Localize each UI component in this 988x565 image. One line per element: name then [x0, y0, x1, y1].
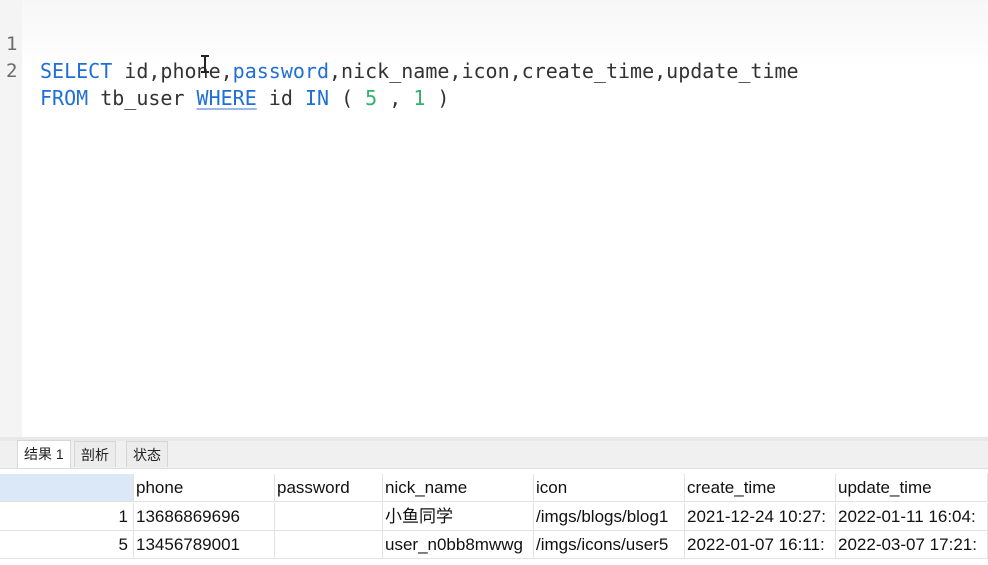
code-token: id,phone, — [112, 59, 233, 83]
result-grid: phone password nick_name icon create_tim… — [0, 474, 988, 565]
row-id[interactable]: 5 — [0, 531, 134, 559]
table-row[interactable]: 1 13686869696 小鱼同学 /imgs/blogs/blog1 202… — [0, 503, 988, 531]
column-header-update-time[interactable]: update_time — [836, 474, 988, 502]
tab-status[interactable]: 状态 — [126, 441, 168, 467]
grid-header-row: phone password nick_name icon create_tim… — [0, 474, 988, 502]
code-token: ) — [425, 86, 450, 110]
table-row[interactable]: 5 13456789001 user_n0bb8mwwg /imgs/icons… — [0, 531, 988, 559]
code-token: FROM — [40, 86, 89, 110]
line-number: 2 — [6, 60, 18, 82]
column-header-phone[interactable]: phone — [134, 474, 275, 502]
code-token: IN — [304, 86, 330, 110]
code-text[interactable]: SELECT id,phone,password,nick_name,icon,… — [40, 58, 799, 85]
result-tab-bar: 结果 1 剖析 状态 — [0, 440, 988, 469]
code-line-1[interactable]: 1 SELECT id,phone,password,nick_name,ico… — [0, 4, 799, 83]
code-token: ,nick_name,icon,create_time,update_time — [329, 59, 799, 83]
sql-editor[interactable]: 1 SELECT id,phone,password,nick_name,ico… — [0, 0, 988, 437]
column-header-nick-name[interactable]: nick_name — [383, 474, 534, 502]
tab-profile[interactable]: 剖析 — [74, 441, 116, 467]
code-token: SELECT — [40, 59, 113, 83]
code-line-2[interactable]: 2 FROM tb_user WHERE id IN ( 5 , 1 ) — [0, 31, 449, 110]
cell-icon[interactable]: /imgs/blogs/blog1 — [534, 503, 685, 531]
cell-nick-name[interactable]: user_n0bb8mwwg — [383, 531, 534, 559]
cell-password[interactable] — [275, 531, 383, 559]
column-header-icon[interactable]: icon — [534, 474, 685, 502]
code-token: ( — [329, 86, 366, 110]
column-header-password[interactable]: password — [275, 474, 383, 502]
cell-password[interactable] — [275, 503, 383, 531]
code-token: 1 — [413, 86, 426, 110]
code-token: tb_user — [88, 86, 197, 110]
row-number-header[interactable] — [0, 474, 134, 502]
cell-update-time[interactable]: 2022-01-11 16:04: — [836, 503, 988, 531]
column-header-create-time[interactable]: create_time — [685, 474, 836, 502]
cell-phone[interactable]: 13456789001 — [134, 531, 275, 559]
code-text[interactable]: FROM tb_user WHERE id IN ( 5 , 1 ) — [40, 85, 449, 112]
cell-phone[interactable]: 13686869696 — [134, 503, 275, 531]
code-token: password — [232, 59, 329, 83]
text-cursor-icon — [201, 55, 209, 73]
tab-result-1[interactable]: 结果 1 — [17, 440, 71, 468]
cell-update-time[interactable]: 2022-03-07 17:21: — [836, 531, 988, 559]
code-token: , — [377, 86, 414, 110]
cell-create-time[interactable]: 2021-12-24 10:27: — [685, 503, 836, 531]
code-token: id — [256, 86, 305, 110]
cell-icon[interactable]: /imgs/icons/user5 — [534, 531, 685, 559]
code-token: WHERE — [196, 86, 257, 110]
cell-create-time[interactable]: 2022-01-07 16:11: — [685, 531, 836, 559]
row-id[interactable]: 1 — [0, 503, 134, 531]
cell-nick-name[interactable]: 小鱼同学 — [383, 503, 534, 531]
code-token: 5 — [365, 86, 378, 110]
